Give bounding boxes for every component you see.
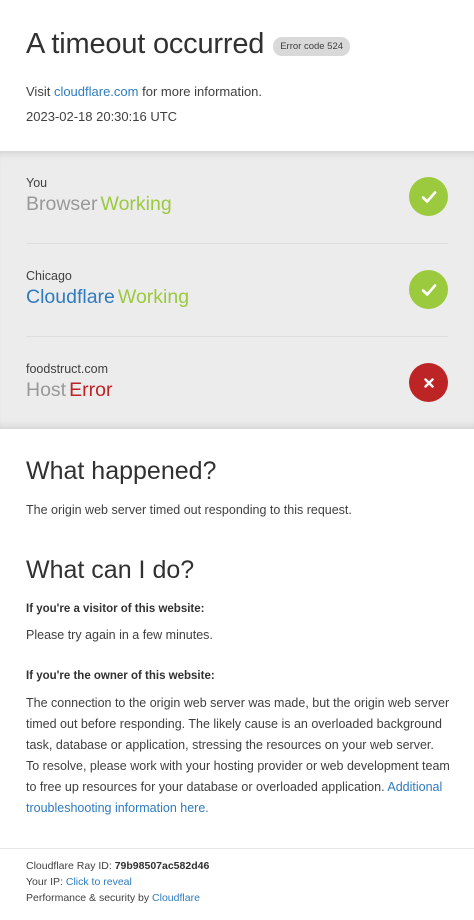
visitor-label: If you're a visitor of this website: <box>26 603 205 615</box>
cloudflare-footer-link[interactable]: Cloudflare <box>152 892 200 904</box>
ip-label: Your IP: <box>26 876 66 888</box>
title-row: A timeout occurred Error code 524 <box>26 28 466 61</box>
status-state: Error <box>69 379 113 401</box>
timestamp: 2023-02-18 20:30:16 UTC <box>26 109 178 124</box>
reveal-ip-link[interactable]: Click to reveal <box>66 876 132 888</box>
visit-prefix: Visit <box>26 84 54 99</box>
status-service: Host <box>26 379 67 401</box>
footer: Cloudflare Ray ID: 79b98507ac582d46 Your… <box>0 848 474 920</box>
owner-label: If you're the owner of this website: <box>26 670 215 682</box>
status-service: Cloudflare <box>26 286 115 308</box>
visit-suffix: for more information. <box>138 84 263 99</box>
cloudflare-link[interactable]: cloudflare.com <box>54 84 139 99</box>
visit-line: Visit cloudflare.com for more informatio… <box>26 84 262 99</box>
status-service-line: Browser Working <box>26 193 172 216</box>
ip-line: Your IP: Click to reveal <box>26 876 132 888</box>
page-title: A timeout occurred <box>26 28 265 60</box>
performance-line: Performance & security by Cloudflare <box>26 892 200 904</box>
checkmark-icon <box>409 270 448 309</box>
status-service: Browser <box>26 193 98 215</box>
status-location: Chicago <box>26 269 72 283</box>
ray-id-label: Cloudflare Ray ID: <box>26 860 115 872</box>
what-happened-title: What happened? <box>26 457 217 485</box>
status-item-host: foodstruct.com Host Error <box>26 337 448 430</box>
status-service-line: Cloudflare Working <box>26 286 189 309</box>
what-happened-text: The origin web server timed out respondi… <box>26 503 352 517</box>
visitor-text: Please try again in a few minutes. <box>26 628 213 642</box>
what-can-i-do-title: What can I do? <box>26 556 195 584</box>
checkmark-icon <box>409 177 448 216</box>
owner-text: The connection to the origin web server … <box>26 693 450 819</box>
status-state: Working <box>117 286 190 308</box>
error-code-badge: Error code 524 <box>273 36 351 56</box>
status-item-cloudflare: Chicago Cloudflare Working <box>26 244 448 337</box>
ray-id-line: Cloudflare Ray ID: 79b98507ac582d46 <box>26 860 209 872</box>
status-location: foodstruct.com <box>26 362 108 376</box>
status-state: Working <box>100 193 172 215</box>
page-header: A timeout occurred Error code 524 Visit … <box>26 28 466 124</box>
status-panel: You Browser Working Chicago Cloudflare Wor… <box>0 151 474 429</box>
close-x-icon <box>409 363 448 402</box>
status-item-browser: You Browser Working <box>26 151 448 244</box>
status-location: You <box>26 176 48 190</box>
status-service-line: Host Error <box>26 379 112 402</box>
performance-label: Performance & security by <box>26 892 153 904</box>
ray-id-value: 79b98507ac582d46 <box>114 860 210 872</box>
